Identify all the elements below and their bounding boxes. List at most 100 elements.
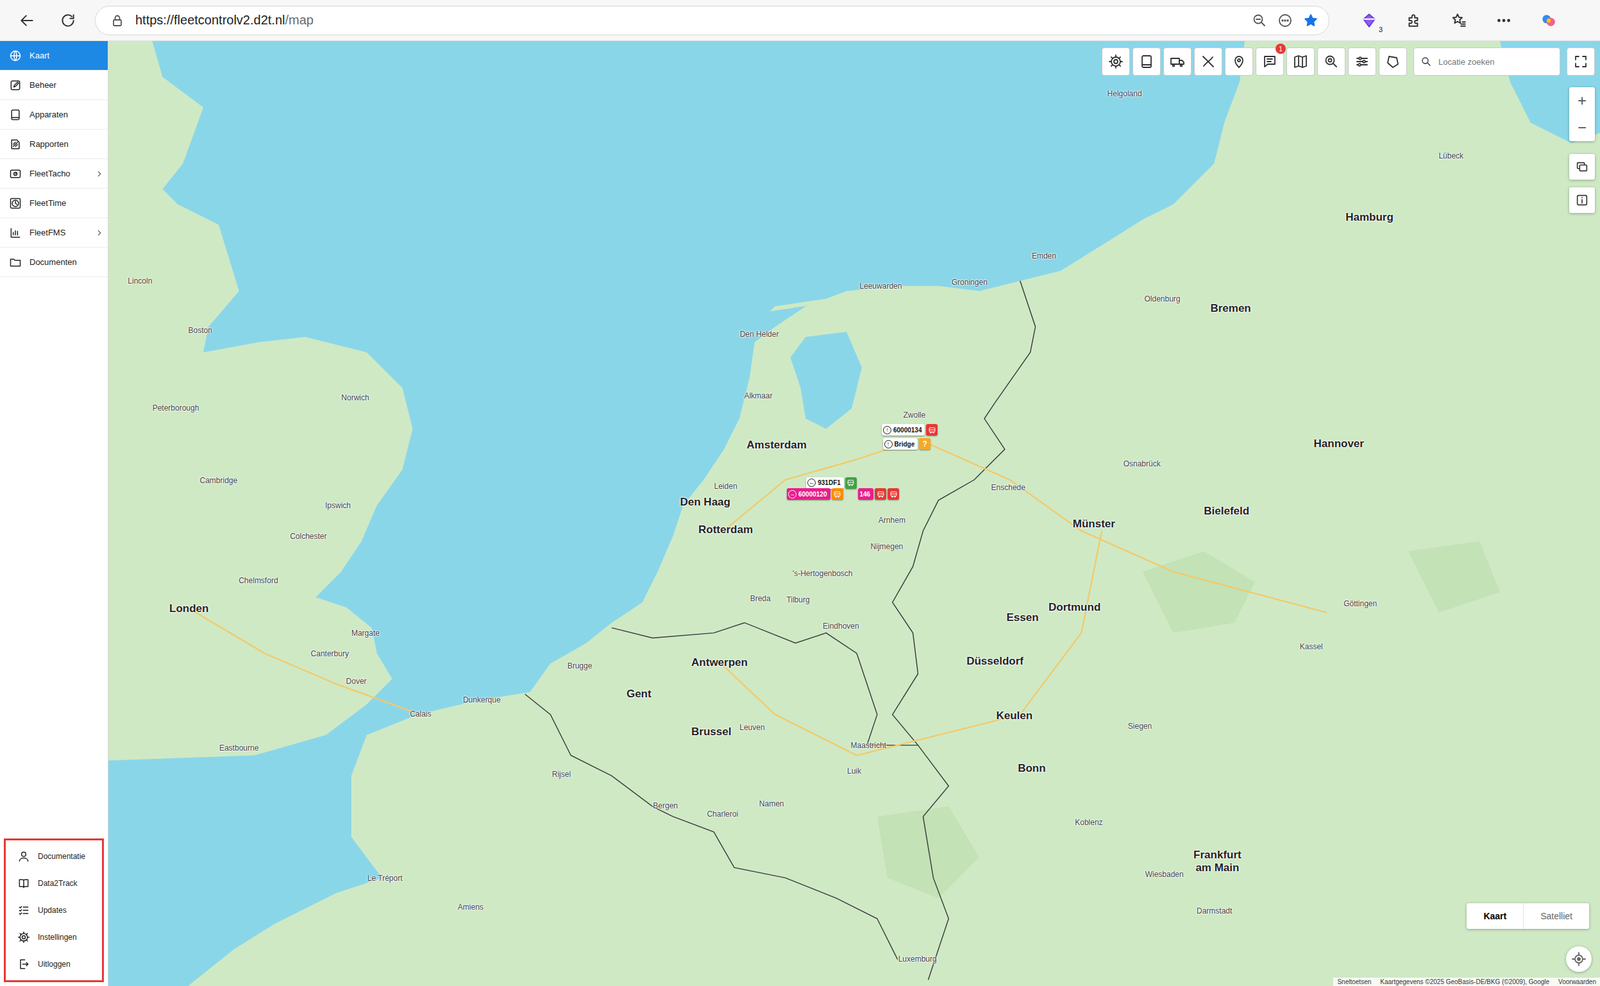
toolbar-button[interactable] [1286, 47, 1315, 76]
sidebar-label: Apparaten [29, 109, 104, 120]
sidebar-menu: KaartBeheerApparatenRapportenFleetTachoF… [0, 41, 108, 278]
vehicle-marker[interactable]: ←931DF1 [806, 477, 857, 489]
sidebar-label: FleetFMS [29, 227, 88, 238]
toolbar-button[interactable] [1194, 47, 1223, 76]
city-label: Siegen [1128, 722, 1152, 732]
city-label: Dunkerque [463, 695, 501, 705]
sidebar-footer-item[interactable]: Uitloggen [5, 950, 102, 978]
city-label: Brussel [691, 725, 732, 739]
city-label: Brugge [567, 661, 593, 671]
zoom-out-icon[interactable] [1251, 12, 1268, 29]
toolbar-button[interactable] [1224, 47, 1254, 76]
sidebar-item[interactable]: FleetFMS [0, 218, 108, 248]
vehicle-label[interactable]: 146 [858, 488, 874, 500]
city-label: Eastbourne [219, 743, 259, 753]
sidebar-footer-item[interactable]: Documentatie [5, 842, 102, 870]
zoom-out-button[interactable]: − [1569, 114, 1595, 142]
copilot-button[interactable] [1534, 6, 1563, 35]
reading-mode-icon[interactable] [1277, 12, 1293, 29]
attribution-link[interactable]: Voorwaarden [1558, 977, 1597, 986]
sidebar-item[interactable]: FleetTacho [0, 159, 108, 189]
lock-icon[interactable] [109, 12, 126, 29]
zoom-in-button[interactable]: + [1569, 87, 1595, 115]
toolbar-button[interactable] [1163, 47, 1192, 76]
vehicle-label[interactable]: ←931DF1 [806, 477, 844, 489]
vehicle-name: Bridge [894, 440, 916, 448]
clock-icon [8, 196, 22, 210]
refresh-button[interactable] [53, 6, 83, 35]
url-text[interactable]: https://fleetcontrolv2.d2t.nl/map [135, 12, 1242, 28]
extension-button[interactable]: 3 [1355, 6, 1384, 35]
city-label: Norwich [341, 393, 369, 403]
chevron-right-icon[interactable] [94, 228, 104, 238]
bookmark-star-icon[interactable] [1303, 12, 1319, 29]
info-button[interactable] [1569, 187, 1595, 213]
sidebar-item[interactable]: Kaart [0, 41, 108, 71]
sidebar-item[interactable]: Rapporten [0, 129, 108, 160]
sidebar-item[interactable]: Documenten [0, 247, 108, 278]
city-label: Colchester [289, 532, 327, 542]
vehicle-label[interactable]: ↑60000134 [881, 423, 926, 436]
fullscreen-button[interactable] [1566, 47, 1595, 76]
city-label: Leuven [739, 723, 765, 733]
city-label: Oldenburg [1144, 294, 1180, 304]
city-label: Münster [1072, 517, 1116, 531]
map[interactable]: AmsterdamDen HaagRotterdamZwolleGroninge… [108, 41, 1600, 986]
toolbar-button[interactable] [1132, 47, 1161, 76]
sidebar-footer-item[interactable]: Updates [5, 896, 102, 924]
toolbar-button[interactable] [1101, 47, 1130, 76]
toolbar-button[interactable] [1317, 47, 1346, 76]
toolbar-button[interactable] [1378, 47, 1407, 76]
vehicle-label[interactable]: →60000120 [786, 488, 831, 500]
sidebar-footer-item[interactable]: Data2Track [5, 869, 102, 897]
footer-label: Instellingen [37, 932, 77, 942]
vehicle-marker[interactable]: 146 [858, 488, 900, 500]
city-label: Bonn [1017, 762, 1046, 776]
extensions-button[interactable] [1399, 6, 1429, 35]
city-label: Bergen [652, 801, 678, 811]
gear-icon [1108, 53, 1124, 70]
layers-button[interactable] [1569, 153, 1595, 180]
vehicle-label[interactable]: ↑Bridge [883, 437, 919, 450]
vehicle-status[interactable]: ? [918, 437, 931, 450]
city-label: Cambridge [199, 476, 238, 486]
back-button[interactable] [12, 6, 42, 35]
sidebar-item[interactable]: Apparaten [0, 100, 108, 130]
tachograph-icon [8, 167, 22, 181]
vehicle-marker[interactable]: →60000120 [786, 488, 844, 500]
heading-arrow: → [788, 489, 797, 499]
location-search-input[interactable] [1437, 56, 1554, 68]
vehicle-status[interactable] [831, 488, 844, 500]
menu-button[interactable] [1489, 6, 1518, 35]
pin-icon [1231, 53, 1247, 70]
vehicle-marker[interactable]: ↑60000134 [881, 423, 939, 436]
location-search[interactable] [1413, 47, 1561, 76]
sidebar-item[interactable]: Beheer [0, 70, 108, 101]
locate-button[interactable] [1566, 945, 1592, 972]
map-book-icon [1292, 53, 1309, 70]
status-badge: ? [922, 439, 928, 449]
sidebar-footer-item[interactable]: Instellingen [5, 923, 102, 951]
map-type-button[interactable]: Kaart [1466, 902, 1524, 929]
chat-icon [1262, 53, 1278, 70]
vehicle-status[interactable] [845, 477, 857, 489]
city-label: Londen [169, 602, 209, 615]
attribution-link[interactable]: Sneltoetsen [1337, 977, 1372, 986]
sidebar-item[interactable]: FleetTime [0, 188, 108, 219]
address-bar[interactable]: https://fleetcontrolv2.d2t.nl/map [94, 5, 1330, 36]
attribution-link[interactable]: Kaartgegevens ©2025 GeoBasis-DE/BKG (©20… [1380, 977, 1550, 986]
report-icon [8, 137, 22, 151]
toolbar-button[interactable] [1347, 47, 1377, 76]
city-label: Dortmund [1048, 600, 1101, 614]
favorites-button[interactable] [1444, 6, 1474, 35]
toolbar-button[interactable]: 1 [1255, 47, 1284, 76]
vehicle-status[interactable] [874, 488, 887, 500]
chevron-right-icon[interactable] [94, 169, 104, 179]
sidebar-label: Rapporten [29, 139, 104, 149]
favorites-icon [1450, 12, 1468, 29]
map-type-button[interactable]: Satelliet [1523, 902, 1590, 929]
vehicle-status[interactable] [926, 423, 938, 436]
vehicle-status[interactable] [887, 488, 900, 500]
vehicle-marker[interactable]: ↑Bridge? [883, 437, 932, 450]
edit-icon [8, 78, 22, 92]
